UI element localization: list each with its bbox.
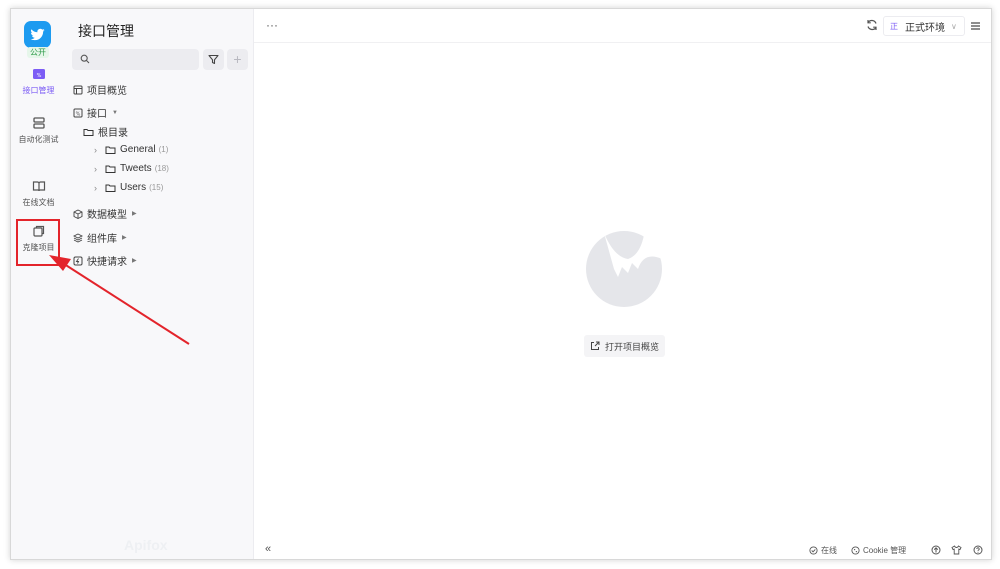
env-badge: 正 — [890, 21, 898, 31]
svg-text:%: % — [76, 111, 81, 117]
filter-button[interactable] — [203, 49, 224, 70]
caret-down-icon[interactable]: ▼ — [112, 110, 118, 116]
open-overview-button[interactable]: 打开项目概览 — [584, 335, 666, 357]
rail-item-api-management[interactable]: % 接口管理 — [11, 67, 66, 96]
apifox-watermark: Apifox — [124, 537, 168, 553]
refresh-icon[interactable] — [865, 18, 879, 32]
open-overview-label: 打开项目概览 — [605, 341, 660, 352]
lightning-icon — [73, 256, 83, 265]
rail-item-label: 接口管理 — [22, 86, 55, 95]
search-input[interactable] — [94, 51, 194, 68]
tree-item-overview[interactable]: 项目概览 — [73, 82, 127, 97]
environment-select[interactable]: 正 正式环境 ∨ — [883, 16, 965, 36]
chevron-right-icon[interactable]: › — [94, 183, 100, 193]
more-button[interactable]: ··· — [266, 18, 278, 32]
tree-item-label: 快捷请求 — [87, 257, 127, 268]
folder-count: (18) — [154, 164, 169, 173]
online-status[interactable]: 在线 — [809, 545, 837, 556]
folder-icon — [105, 165, 116, 173]
search-icon — [80, 54, 90, 64]
rail-item-label: 自动化测试 — [18, 135, 59, 144]
tree-item-label: 项目概览 — [87, 86, 127, 97]
overview-icon — [73, 85, 83, 94]
stack-icon — [73, 232, 83, 243]
env-name: 正式环境 — [905, 22, 945, 34]
empty-state-illustration — [586, 231, 662, 307]
rail-item-automated-test[interactable]: 自动化测试 — [11, 116, 66, 145]
caret-right-icon[interactable]: ▶ — [132, 210, 137, 217]
tree-item-api[interactable]: % 接口 ▼ — [73, 105, 118, 120]
project-logo[interactable] — [24, 21, 51, 48]
left-rail: 公开 % 接口管理 自动化测试 在线文档 克隆项目 — [11, 9, 66, 559]
caret-right-icon[interactable]: ▶ — [122, 234, 127, 241]
chevron-right-icon[interactable]: › — [94, 164, 100, 174]
shirt-icon[interactable] — [951, 545, 962, 555]
api-icon: % — [73, 108, 83, 117]
online-label: 在线 — [821, 546, 837, 555]
rail-item-online-docs[interactable]: 在线文档 — [11, 179, 66, 208]
cube-icon — [73, 208, 83, 219]
filter-icon — [208, 54, 219, 65]
tree-item-root[interactable]: 根目录 — [83, 124, 128, 139]
folder-icon — [105, 184, 116, 192]
upload-icon[interactable] — [931, 545, 941, 555]
menu-button[interactable] — [965, 16, 985, 36]
tree-item-data-model[interactable]: 数据模型 ▶ — [73, 206, 137, 221]
folder-name: Users — [120, 182, 147, 193]
status-bar: « 在线 Cookie 管理 — [254, 541, 991, 559]
cookie-management[interactable]: Cookie 管理 — [851, 545, 906, 556]
bird-icon — [30, 28, 45, 41]
help-icon[interactable] — [973, 545, 983, 555]
book-icon — [32, 181, 45, 192]
hamburger-icon — [970, 22, 980, 30]
app-window: 公开 % 接口管理 自动化测试 在线文档 克隆项目 接口管理 + 项目概览 % … — [10, 8, 992, 560]
folder-icon — [105, 146, 116, 154]
folder-name: General — [120, 144, 156, 155]
layers-icon — [32, 117, 45, 129]
tree-item-label: 数据模型 — [87, 210, 127, 221]
tree-item-label: 组件库 — [87, 234, 117, 245]
tree-folder-tweets[interactable]: › Tweets (18) — [94, 163, 169, 174]
tree-item-components[interactable]: 组件库 ▶ — [73, 230, 127, 245]
open-link-icon — [591, 341, 600, 350]
cookie-label: Cookie 管理 — [863, 546, 907, 555]
folder-count: (1) — [158, 145, 169, 154]
folder-name: Tweets — [120, 163, 152, 174]
tree-folder-users[interactable]: › Users (15) — [94, 182, 163, 193]
caret-right-icon[interactable]: ▶ — [132, 257, 137, 264]
main-content: ··· 正 正式环境 ∨ 打开项目概览 « 在线 Cookie 管理 — [254, 9, 991, 559]
tree-item-label: 接口 — [87, 109, 107, 120]
add-button[interactable]: + — [227, 49, 248, 70]
panel-title: 接口管理 — [78, 23, 134, 39]
check-circle-icon — [809, 546, 818, 555]
chevron-down-icon: ∨ — [951, 21, 957, 31]
cookie-icon — [851, 546, 860, 555]
api-icon: % — [32, 69, 45, 79]
chevron-right-icon[interactable]: › — [94, 145, 100, 155]
tree-item-quick-request[interactable]: 快捷请求 ▶ — [73, 253, 137, 268]
tree-item-label: 根目录 — [98, 128, 128, 139]
search-box[interactable] — [72, 49, 199, 70]
folder-open-icon — [83, 128, 94, 136]
collapse-sidebar-button[interactable]: « — [265, 543, 271, 555]
tree-folder-general[interactable]: › General (1) — [94, 144, 168, 155]
api-tree-panel: 接口管理 + 项目概览 % 接口 ▼ 根目录 › General (1) › T… — [66, 9, 254, 559]
rail-item-label: 在线文档 — [22, 198, 55, 207]
folder-count: (15) — [149, 183, 164, 192]
svg-text:%: % — [36, 73, 41, 79]
annotation-highlight-box — [16, 219, 60, 266]
top-bar: ··· 正 正式环境 ∨ — [254, 9, 991, 43]
public-badge: 公开 — [27, 47, 49, 58]
